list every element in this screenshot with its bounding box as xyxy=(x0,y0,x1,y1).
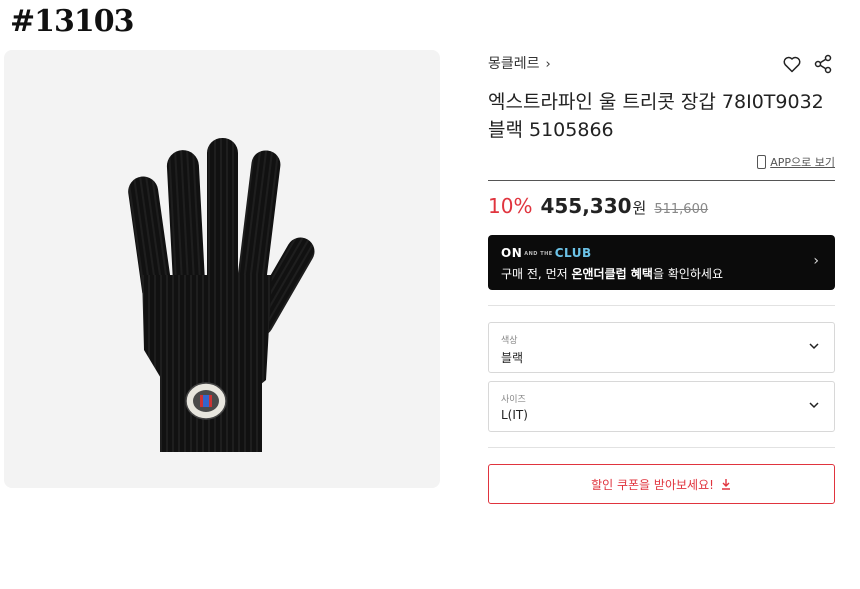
product-image[interactable] xyxy=(4,50,440,488)
options-divider-bottom xyxy=(488,447,835,448)
app-view-link[interactable]: APP으로 보기 xyxy=(757,154,835,170)
club-logo-club: CLUB xyxy=(554,246,592,260)
size-select[interactable]: 사이즈 L(IT) xyxy=(488,381,835,432)
options-divider-top xyxy=(488,305,835,306)
logo-patch xyxy=(185,382,227,420)
original-price: 511,600 xyxy=(654,202,709,217)
coupon-label: 할인 쿠폰을 받아보세요! xyxy=(591,477,714,492)
watermark: #13103 xyxy=(10,4,135,39)
sale-price-value: 455,330 xyxy=(540,194,632,218)
price-row: 10% 455,330원 511,600 xyxy=(488,194,708,218)
size-select-label: 사이즈 xyxy=(501,395,526,405)
product-title: 엑스트라파인 울 트리콧 장갑 78I0T9032 블랙 5105866 xyxy=(488,91,824,141)
club-text-bold: 온앤더클럽 혜택 xyxy=(571,267,653,281)
club-banner-text: 구매 전, 먼저 온앤더클럽 혜택을 확인하세요 xyxy=(501,265,723,282)
title-divider xyxy=(488,180,835,181)
club-logo: ON AND THE CLUB xyxy=(501,246,592,260)
size-select-value: L(IT) xyxy=(501,408,528,422)
chevron-right-icon: › xyxy=(545,57,551,72)
glove-image xyxy=(128,138,315,452)
sale-price: 455,330원 xyxy=(540,194,646,218)
club-logo-and: AND THE xyxy=(524,250,553,257)
coupon-download-button[interactable]: 할인 쿠폰을 받아보세요! xyxy=(488,464,835,504)
chevron-down-icon xyxy=(809,343,819,350)
club-logo-on: ON xyxy=(501,246,523,260)
heart-icon[interactable] xyxy=(782,54,802,74)
app-view-label: APP으로 보기 xyxy=(770,156,835,169)
brand-link[interactable]: 몽클레르 › xyxy=(488,53,551,73)
chevron-right-icon: › xyxy=(813,253,819,269)
share-icon[interactable] xyxy=(814,54,832,74)
color-select-label: 색상 xyxy=(501,336,518,346)
club-text-suffix: 을 확인하세요 xyxy=(652,267,723,281)
phone-icon xyxy=(757,155,767,169)
onandtheclub-banner[interactable]: ON AND THE CLUB 구매 전, 먼저 온앤더클럽 혜택을 확인하세요 › xyxy=(488,235,835,290)
club-text-prefix: 구매 전, 먼저 xyxy=(501,267,572,281)
color-select-value: 블랙 xyxy=(501,351,524,365)
download-icon xyxy=(721,479,730,490)
currency-label: 원 xyxy=(632,199,647,217)
brand-name: 몽클레르 xyxy=(488,56,540,72)
color-select[interactable]: 색상 블랙 xyxy=(488,322,835,373)
discount-rate: 10% xyxy=(488,194,533,218)
chevron-down-icon xyxy=(809,402,819,409)
